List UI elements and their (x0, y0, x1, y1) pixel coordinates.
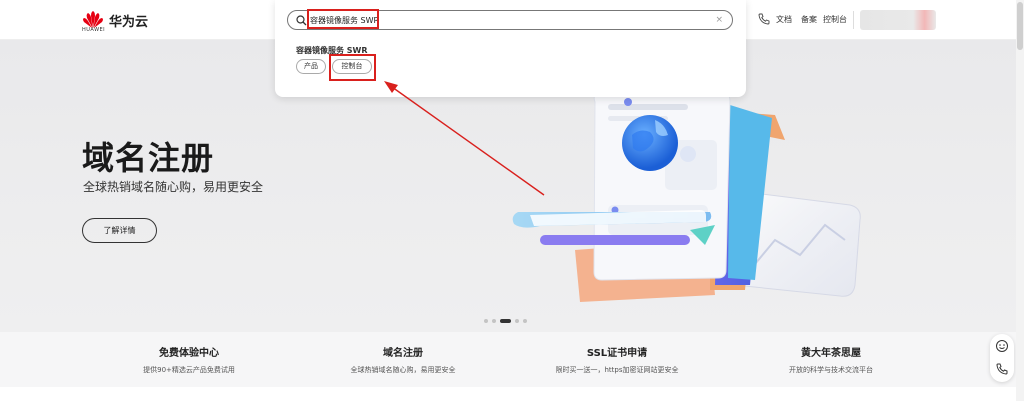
search-icon (296, 15, 307, 26)
header-link-docs[interactable]: 文档 (776, 14, 792, 25)
close-icon[interactable]: × (715, 15, 723, 25)
hero-title: 域名注册 (82, 139, 215, 177)
feature-item-ssl[interactable]: SSL证书申请 限时买一送一，https加密证网站更安全 (517, 344, 717, 375)
header-divider (853, 11, 854, 29)
page-bottom (0, 387, 1016, 401)
feature-title: 域名注册 (383, 348, 423, 359)
carousel-dot[interactable] (523, 318, 527, 323)
brand-name[interactable]: 华为云 (109, 11, 148, 30)
carousel-indicators (484, 310, 531, 329)
user-account-area[interactable] (860, 10, 936, 30)
console-chip-highlight (329, 54, 376, 81)
learn-more-button[interactable]: 了解详情 (82, 218, 157, 243)
header-link-filing[interactable]: 备案 (801, 14, 817, 25)
feature-item-free-trial[interactable]: 免费体验中心 提供90+精选云产品免费试用 (89, 344, 289, 375)
feature-item-domain[interactable]: 域名注册 全球热销域名随心购，易用更安全 (303, 344, 503, 375)
floating-toolbar (990, 334, 1014, 382)
chip-product[interactable]: 产品 (296, 59, 326, 74)
feature-desc: 限时买一送一，https加密证网站更安全 (555, 366, 679, 374)
feature-title: SSL证书申请 (586, 348, 648, 359)
feature-desc: 全球热销域名随心购，易用更安全 (350, 366, 456, 374)
hero-subtitle: 全球热销域名随心购，易用更安全 (83, 180, 264, 194)
carousel-dot[interactable] (515, 318, 519, 323)
annotation-arrow (384, 81, 545, 196)
carousel-dot[interactable] (492, 318, 496, 323)
search-query-highlight (307, 9, 379, 29)
scrollbar-thumb[interactable] (1017, 2, 1023, 50)
logo-wordmark: HUAWEI (82, 27, 106, 33)
header-link-console[interactable]: 控制台 (823, 14, 847, 25)
phone-call-icon[interactable] (995, 362, 1009, 376)
feature-desc: 开放的科学与技术交流平台 (789, 366, 873, 374)
smile-icon[interactable] (995, 339, 1009, 353)
carousel-dot[interactable] (484, 318, 488, 323)
feature-title: 免费体验中心 (159, 348, 219, 359)
phone-icon[interactable] (758, 13, 770, 25)
page-scrollbar[interactable] (1016, 0, 1024, 401)
feature-strip: 免费体验中心 提供90+精选云产品免费试用 域名注册 全球热销域名随心购，易用更… (0, 332, 1016, 387)
feature-item-tea-house[interactable]: 黄大年茶思屋 开放的科学与技术交流平台 (731, 344, 931, 375)
carousel-dot-active[interactable] (500, 318, 511, 323)
feature-title: 黄大年茶思屋 (801, 348, 861, 359)
feature-desc: 提供90+精选云产品免费试用 (143, 366, 235, 374)
